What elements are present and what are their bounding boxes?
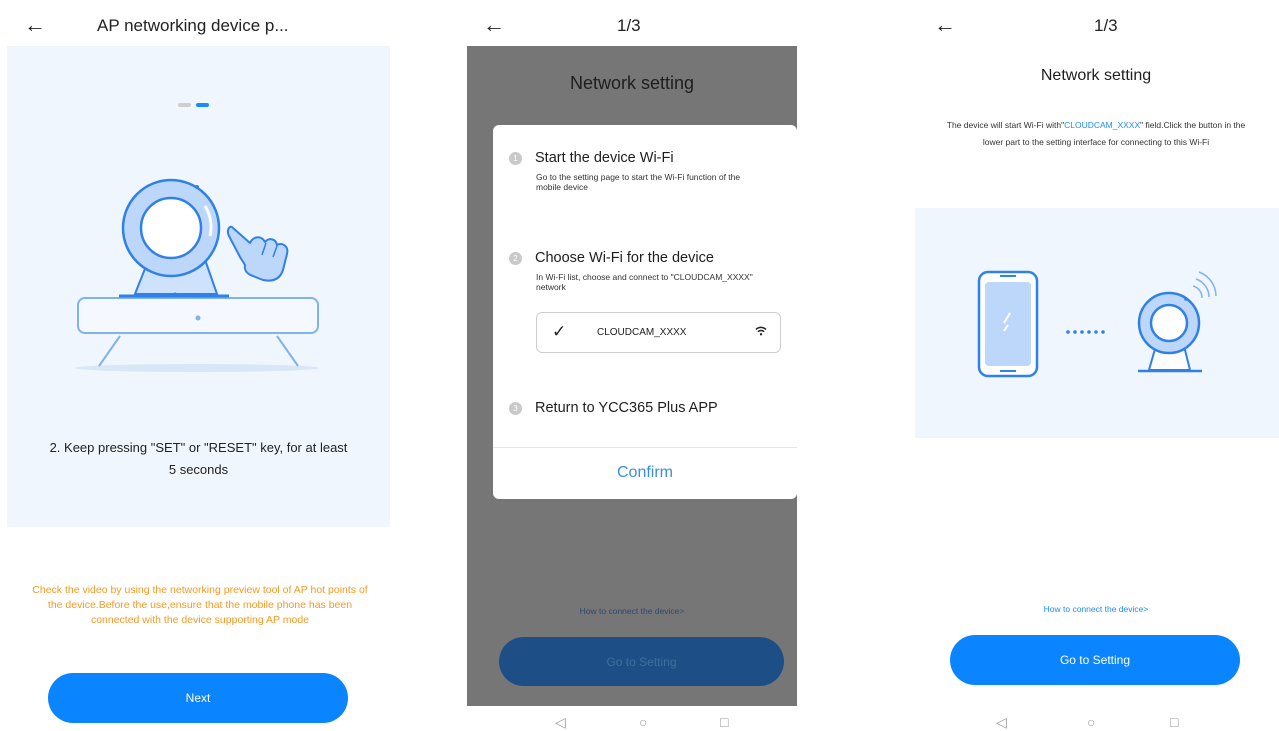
next-button[interactable]: Next [48,673,348,723]
network-dialog-screen: ← 1/3 Network setting How to connect the… [467,0,797,731]
nav-recent-icon[interactable]: □ [1170,715,1178,729]
pager-dot-2-active [196,103,209,107]
back-arrow-icon[interactable]: ← [24,14,46,36]
checkmark-icon: ✓ [552,322,567,341]
step-title: Return to YCC365 Plus APP [535,400,718,416]
page-title: 1/3 [1094,16,1118,35]
phone-illustration [977,270,1039,378]
network-setting-heading: Network setting [569,73,695,93]
dimmed-screen: Network setting How to connect the devic… [467,46,797,706]
ap-instructions-screen: ← AP networking device p... 2. Keep pres… [0,0,395,731]
network-setting-screen: ← 1/3 Network setting The device will st… [913,0,1279,731]
step-number: 3 [509,402,522,415]
step-number: 2 [509,252,522,265]
nav-home-icon[interactable]: ○ [1087,715,1095,729]
wifi-icon [755,326,767,336]
phone-to-camera-graphic [977,270,1217,378]
step-title: Start the device Wi-Fi [535,150,674,166]
pager-dot-1 [178,103,191,107]
page-title: 1/3 [617,16,641,35]
go-to-setting-button[interactable]: Go to Setting [950,635,1240,685]
step-number: 1 [509,152,522,165]
go-to-setting-button[interactable]: Go to Setting [499,637,784,686]
desc-prefix: The device will start Wi-Fi with" [946,120,1065,130]
wifi-ssid: CLOUDCAM_XXXX [597,327,687,338]
step-desc: Go to the setting page to start the Wi-F… [536,172,741,192]
confirm-button[interactable]: Confirm [493,447,797,499]
step-desc: In Wi-Fi list, choose and connect to "CL… [536,272,753,292]
nav-back-icon[interactable]: ◁ [555,715,566,729]
camera-illustration [1137,271,1217,373]
step-title: Choose Wi-Fi for the device [535,250,714,266]
how-to-connect-link[interactable]: How to connect the device> [467,606,797,616]
page-title: AP networking device p... [97,16,289,35]
desc-ssid-highlight: CLOUDCAM_XXXX [1064,120,1141,130]
wifi-list-item[interactable]: ✓ CLOUDCAM_XXXX [536,312,781,353]
nav-back-icon[interactable]: ◁ [996,715,1007,729]
nav-home-icon[interactable]: ○ [639,715,647,729]
nav-recent-icon[interactable]: □ [720,715,728,729]
network-setting-description: The device will start Wi-Fi with"CLOUDCA… [938,117,1254,151]
back-arrow-icon[interactable]: ← [934,14,956,36]
network-setting-heading: Network setting [1040,67,1152,84]
phone-camera-illustration [915,208,1279,438]
how-to-connect-link[interactable]: How to connect the device> [913,604,1279,614]
back-arrow-icon[interactable]: ← [483,14,505,36]
ap-mode-notice: Check the video by using the networking … [32,584,368,626]
pager-dots [178,94,214,112]
network-steps-dialog: 1 Start the device Wi-Fi Go to the setti… [493,125,797,499]
step-instruction: 2. Keep pressing "SET" or "RESET" key, f… [49,440,348,477]
